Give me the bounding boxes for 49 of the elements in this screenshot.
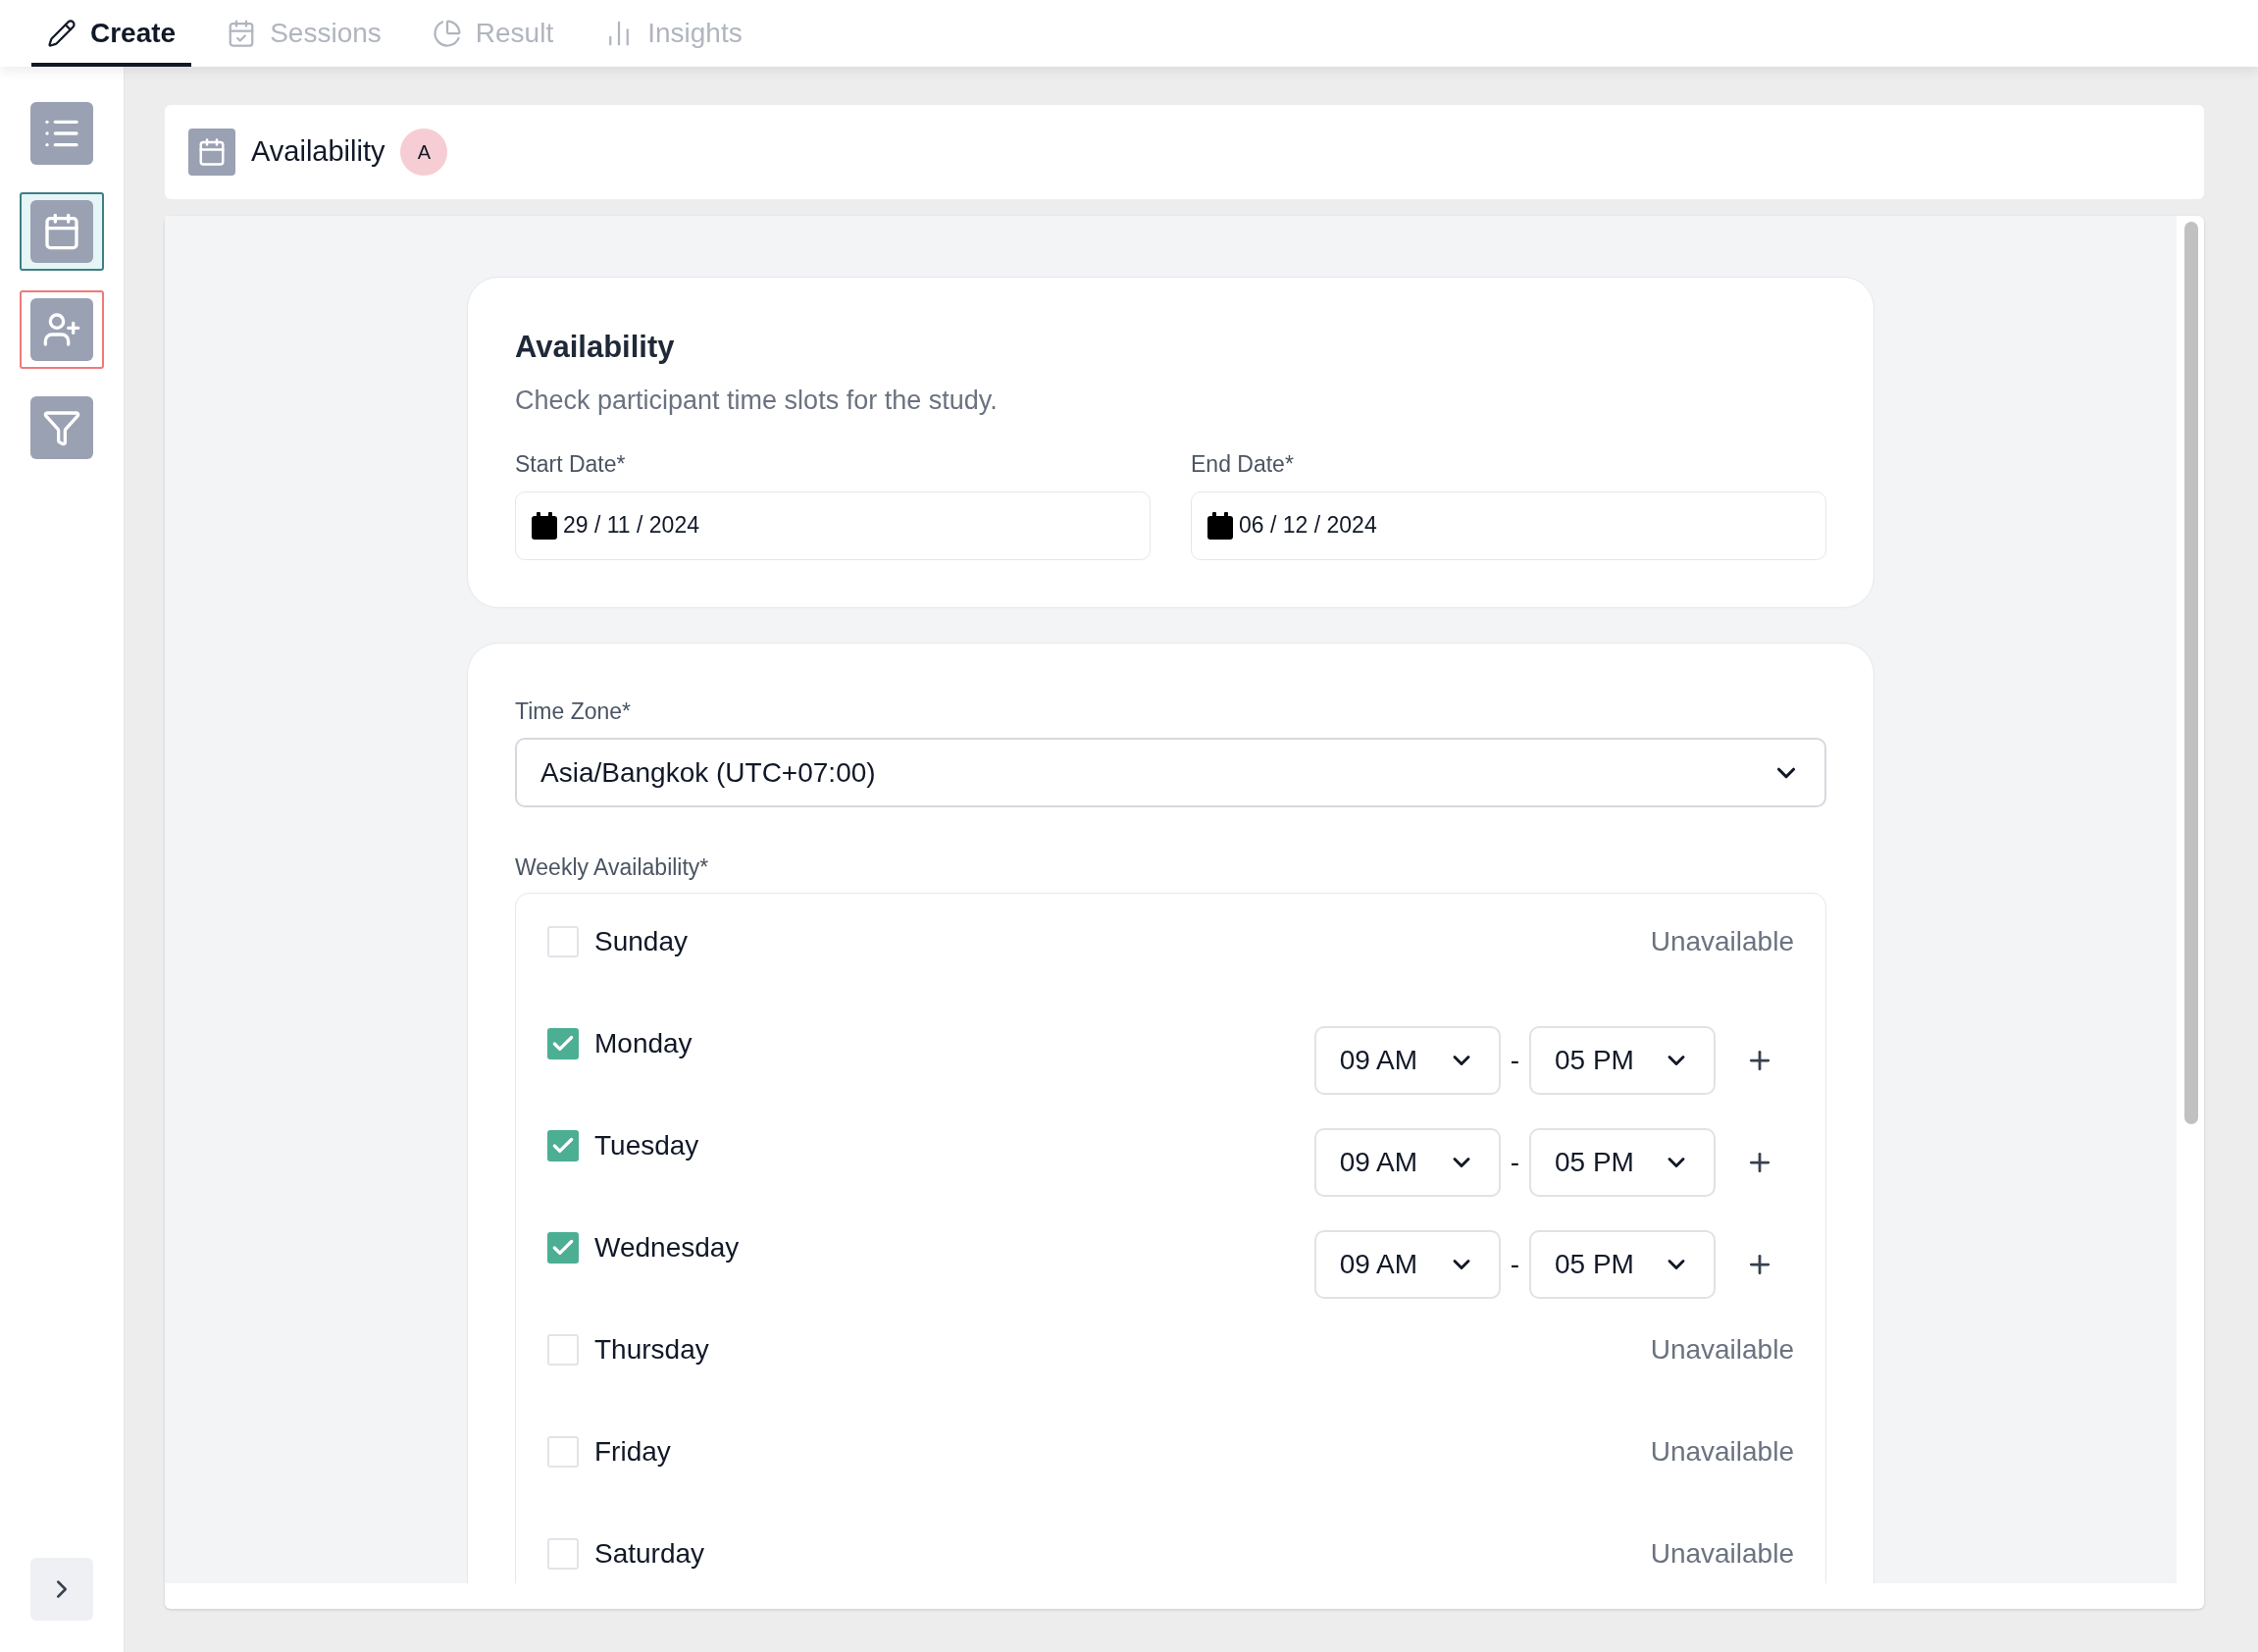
day-checkbox[interactable] — [547, 1435, 579, 1468]
day-checkbox[interactable] — [547, 1537, 579, 1570]
time-separator: - — [1510, 1043, 1519, 1077]
day-label: Tuesday — [594, 1128, 699, 1162]
day-checkbox[interactable] — [547, 1231, 579, 1264]
day-checkbox[interactable] — [547, 1129, 579, 1162]
day-checkbox[interactable] — [547, 1027, 579, 1059]
sidebar-button[interactable] — [20, 192, 104, 271]
page-title: Availability — [251, 134, 385, 170]
expand-button[interactable] — [30, 1558, 93, 1621]
time-zone-select[interactable]: Asia/Bangkok (UTC+07:00) — [515, 738, 1826, 807]
avatar-badge: A — [400, 129, 448, 176]
field-label: Time Zone* — [515, 697, 633, 726]
day-label: Thursday — [594, 1332, 709, 1367]
field-label: End Date* — [1191, 450, 1295, 479]
calendar-icon — [42, 212, 81, 251]
start-time-select[interactable]: 09 AM — [1313, 1025, 1501, 1095]
end-time-select[interactable]: 05 PM — [1529, 1229, 1716, 1299]
start-time-select[interactable]: 09 AM — [1313, 1127, 1501, 1197]
time-separator: - — [1510, 1145, 1519, 1179]
unavailable-label: Unavailable — [1650, 1434, 1794, 1469]
day-label: Wednesday — [594, 1230, 740, 1265]
date-field[interactable]: 29 / 11 / 2024 — [515, 490, 1151, 560]
user-plus-icon — [42, 310, 81, 349]
day-label: Sunday — [594, 924, 688, 958]
pie-chart-icon — [432, 19, 462, 48]
pencil-icon — [47, 19, 77, 48]
filter-icon — [42, 408, 81, 447]
day-label: Monday — [594, 1026, 693, 1060]
calendar-icon — [197, 137, 227, 167]
card-title: Availability — [515, 329, 676, 366]
date-field[interactable]: 06 / 12 / 2024 — [1191, 490, 1826, 560]
day-checkbox[interactable] — [547, 1333, 579, 1366]
card-subtitle: Check participant time slots for the study. — [515, 384, 999, 417]
field-label: Start Date* — [515, 450, 627, 479]
unavailable-label: Unavailable — [1650, 1332, 1794, 1367]
calendar-icon — [1207, 511, 1233, 540]
day-label: Saturday — [594, 1536, 705, 1571]
day-label: Friday — [594, 1434, 671, 1469]
start-time-select[interactable]: 09 AM — [1313, 1229, 1501, 1299]
sidebar-button[interactable] — [20, 290, 104, 369]
calendar-icon — [532, 511, 557, 540]
end-time-select[interactable]: 05 PM — [1529, 1025, 1716, 1095]
end-time-select[interactable]: 05 PM — [1529, 1127, 1716, 1197]
unavailable-label: Unavailable — [1650, 924, 1794, 958]
unavailable-label: Unavailable — [1650, 1536, 1794, 1571]
time-separator: - — [1510, 1247, 1519, 1281]
field-label: Weekly Availability* — [515, 853, 710, 882]
day-checkbox[interactable] — [547, 925, 579, 957]
